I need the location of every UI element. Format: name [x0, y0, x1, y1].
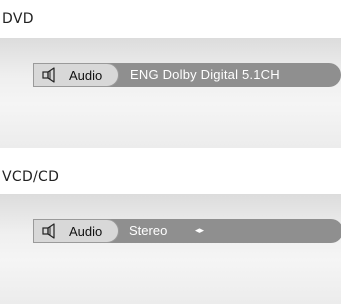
vcd-audio-button[interactable]: Audio [33, 219, 119, 243]
vcd-section-title: VCD/CD [2, 169, 60, 185]
vcd-audio-value: Stereo [129, 223, 168, 238]
left-right-arrows-icon[interactable]: ◂▸ [195, 219, 204, 243]
vcd-audio-label: Audio [69, 223, 103, 239]
dvd-section-title: DVD [2, 11, 34, 27]
vcd-osd-panel: Audio Stereo ◂▸ [0, 194, 341, 304]
speaker-icon [42, 67, 55, 83]
speaker-icon [42, 223, 55, 239]
dvd-osd-panel: Audio ENG Dolby Digital 5.1CH [0, 38, 341, 148]
dvd-audio-button[interactable]: Audio [33, 63, 119, 87]
vcd-audio-bar[interactable]: Audio Stereo ◂▸ [33, 219, 341, 243]
dvd-audio-label: Audio [69, 67, 103, 83]
dvd-audio-value: ENG Dolby Digital 5.1CH [130, 67, 280, 82]
dvd-audio-bar[interactable]: Audio ENG Dolby Digital 5.1CH [33, 63, 341, 87]
